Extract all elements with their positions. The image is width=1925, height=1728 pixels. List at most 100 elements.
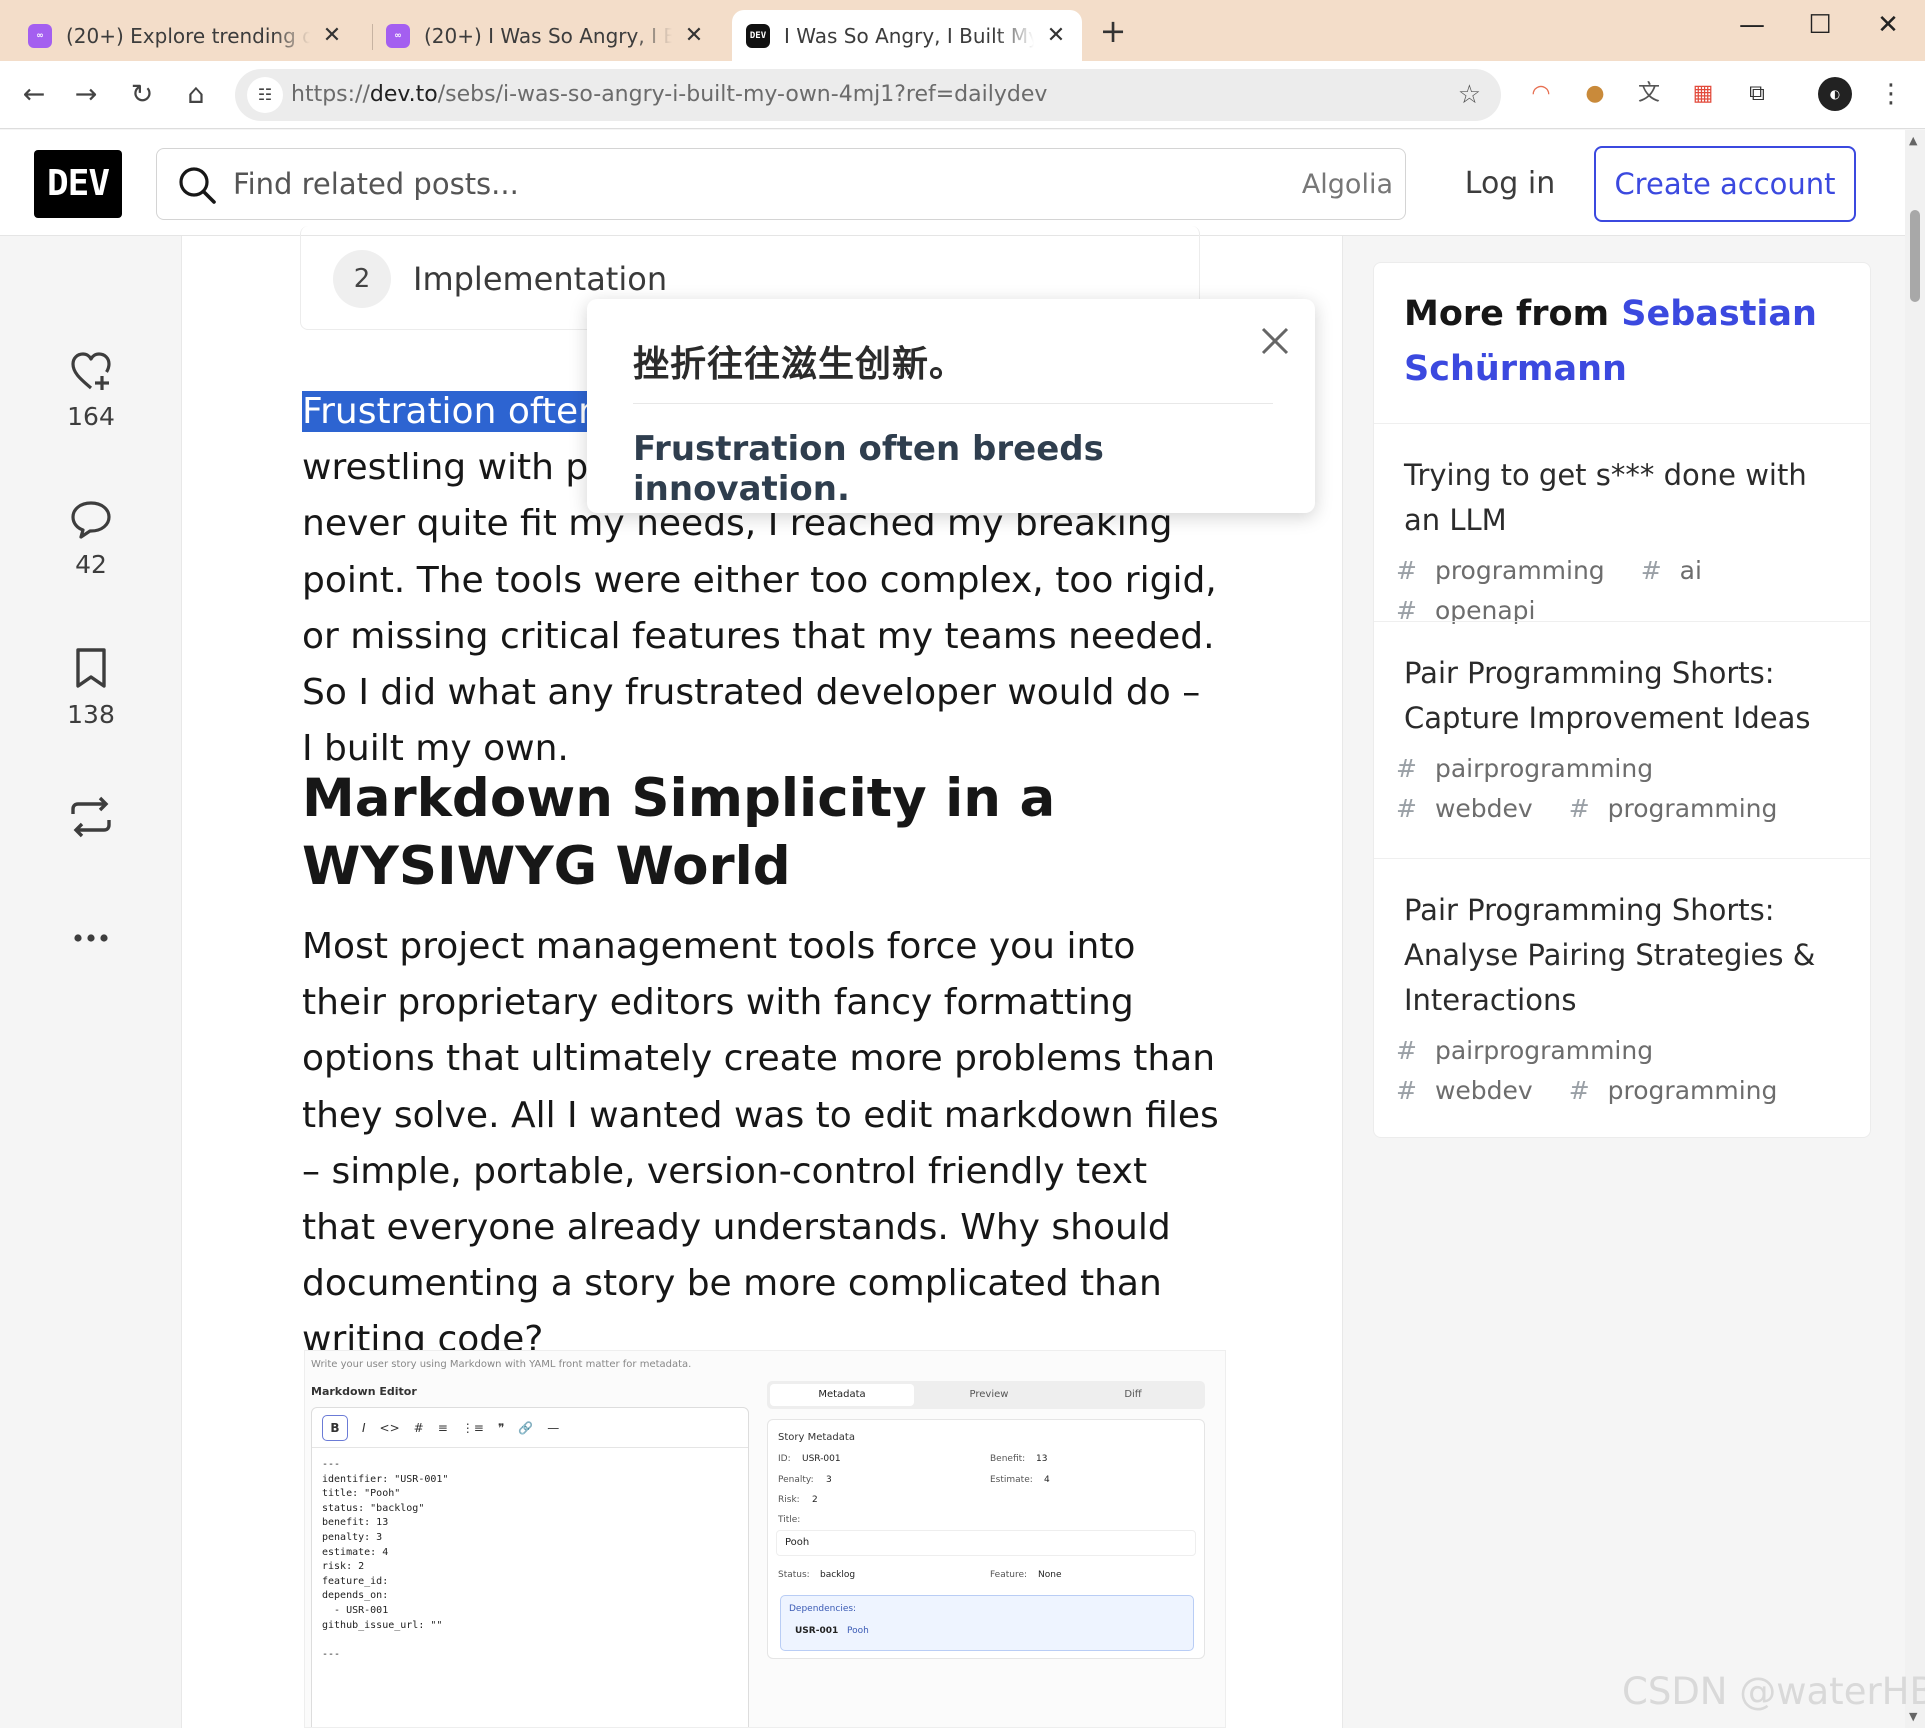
browser-tab-strip: ∞ (20+) Explore trending developer news … <box>0 0 1925 61</box>
dep-title: Pooh <box>847 1626 869 1636</box>
meta-title-label: Title: <box>778 1515 801 1525</box>
tag-link[interactable]: # ai <box>1641 551 1720 591</box>
share-reaction[interactable] <box>40 794 142 840</box>
tag-link[interactable]: # openapi <box>1396 591 1553 631</box>
back-button[interactable]: ← <box>14 75 54 115</box>
divider <box>1374 621 1870 622</box>
scroll-up-arrow[interactable]: ▲ <box>1909 134 1917 147</box>
create-account-button[interactable]: Create account <box>1594 146 1856 222</box>
post-tags: # pairprogramming# webdev # programming <box>1396 1031 1844 1111</box>
close-icon[interactable]: ✕ <box>682 23 706 48</box>
meta-status-label: Status: <box>778 1570 810 1580</box>
comment-count: 42 <box>75 550 107 579</box>
sidebar-post[interactable]: Pair Programming Shorts: Analyse Pairing… <box>1396 888 1844 1111</box>
address-bar[interactable]: ☷ https://dev.to/sebs/i-was-so-angry-i-b… <box>235 69 1501 121</box>
bold-icon: B <box>322 1414 348 1441</box>
meta-risk-label: Risk: <box>778 1495 800 1505</box>
format-toolbar: B I <> # ≡ ⋮≡ ❞ 🔗 — <box>312 1408 748 1448</box>
browser-menu-icon[interactable]: ⋮ <box>1876 77 1906 111</box>
translation-text: 挫折往往滋生创新。 <box>633 344 967 385</box>
maximize-button[interactable]: ☐ <box>1800 10 1840 40</box>
color-extension-icon[interactable]: ▦ <box>1686 77 1720 111</box>
close-window-button[interactable]: ✕ <box>1868 10 1908 40</box>
url-path: /sebs/i-was-so-angry-i-built-my-own-4mj1… <box>437 82 1048 107</box>
code-icon: <> <box>379 1420 400 1435</box>
story-metadata-panel: Story Metadata ID: USR-001 Benefit: 13 P… <box>767 1419 1205 1659</box>
post-tags: # pairprogramming# webdev # programming <box>1396 749 1844 829</box>
tab-preview: Preview <box>969 1389 1009 1400</box>
toc-step-number: 2 <box>333 250 391 308</box>
browser-tab[interactable]: ∞ (20+) I Was So Angry, I Built My Own ✕ <box>372 10 720 61</box>
repost-icon <box>71 796 111 838</box>
daily-dev-icon: ∞ <box>386 23 410 48</box>
puzzle-extensions-icon[interactable]: ⧉ <box>1740 77 1774 111</box>
login-link[interactable]: Log in <box>1450 148 1570 220</box>
bookmark-count: 138 <box>67 700 115 729</box>
search-input[interactable] <box>233 161 613 207</box>
profile-avatar[interactable]: ◐ <box>1818 77 1852 111</box>
tag-link[interactable]: # webdev <box>1396 1071 1551 1111</box>
bookmark-star-icon[interactable]: ☆ <box>1458 69 1481 121</box>
meta-penalty-label: Penalty: <box>778 1475 814 1485</box>
bookmark-reaction[interactable]: 138 <box>40 646 142 729</box>
tag-link[interactable]: # programming <box>1396 551 1623 591</box>
more-from-author-card: More from Sebastian Schürmann Trying to … <box>1373 262 1871 1138</box>
comment-reaction[interactable]: 42 <box>40 498 142 579</box>
tag-link[interactable]: # programming <box>1569 1071 1796 1111</box>
tag-link[interactable]: # pairprogramming <box>1396 749 1671 789</box>
daily-dev-icon: ∞ <box>28 23 52 48</box>
meta-title: Pooh <box>776 1530 1196 1556</box>
browser-tab[interactable]: ∞ (20+) Explore trending developer news … <box>14 10 358 61</box>
markdown-editor-screenshot: Write your user story using Markdown wit… <box>304 1350 1226 1728</box>
url-text[interactable]: https://dev.to/sebs/i-was-so-angry-i-bui… <box>291 69 1047 121</box>
search-box[interactable]: Algolia <box>156 148 1406 220</box>
rainbow-extension-icon[interactable]: ◠ <box>1524 77 1558 111</box>
minimize-button[interactable]: — <box>1732 10 1772 40</box>
tag-link[interactable]: # programming <box>1569 789 1796 829</box>
post-title[interactable]: Pair Programming Shorts: Capture Improve… <box>1404 651 1844 741</box>
home-button[interactable]: ⌂ <box>176 75 216 115</box>
close-icon[interactable] <box>1257 323 1293 359</box>
heading-icon: # <box>413 1420 424 1435</box>
tab-title: (20+) I Was So Angry, I Built My Own <box>424 23 672 48</box>
section-heading: Markdown Simplicity in a WYSIWYG World <box>302 768 1056 897</box>
divider <box>1374 423 1870 424</box>
italic-icon: I <box>362 1420 366 1435</box>
dev-logo-icon: DEV <box>746 23 770 48</box>
page-scrollbar[interactable]: ▲ ▼ <box>1905 130 1925 1728</box>
sidebar-post[interactable]: Pair Programming Shorts: Capture Improve… <box>1396 651 1844 829</box>
editor-tabs: Metadata Preview Diff <box>767 1381 1205 1409</box>
meta-risk: 2 <box>812 1495 818 1505</box>
translate-extension-icon[interactable]: 文 <box>1632 77 1666 111</box>
meta-benefit-label: Benefit: <box>990 1454 1026 1464</box>
section-paragraph: Most project management tools force you … <box>302 926 1219 1361</box>
editor-title: Markdown Editor <box>311 1385 417 1398</box>
tag-link[interactable]: # pairprogramming <box>1396 1031 1671 1071</box>
tag-link[interactable]: # webdev <box>1396 789 1551 829</box>
divider <box>1374 858 1870 859</box>
translation-popup: 挫折往往滋生创新。 Frustration often breeds innov… <box>587 299 1315 513</box>
more-options[interactable] <box>40 930 142 946</box>
scroll-thumb[interactable] <box>1910 210 1920 302</box>
post-title[interactable]: Trying to get s*** done with an LLM <box>1404 453 1844 543</box>
reload-button[interactable]: ↻ <box>122 75 162 115</box>
dev-logo[interactable]: DEV <box>34 150 122 218</box>
post-title[interactable]: Pair Programming Shorts: Analyse Pairing… <box>1404 888 1844 1023</box>
new-tab-button[interactable]: + <box>1098 12 1128 50</box>
page-viewport: DEV Algolia Log in Create account 164 <box>0 130 1905 1728</box>
figure-caption: Write your user story using Markdown wit… <box>311 1359 692 1370</box>
cookie-extension-icon[interactable]: ● <box>1578 77 1612 111</box>
more-dots-icon <box>74 934 108 942</box>
browser-toolbar: ← → ↻ ⌂ ☷ https://dev.to/sebs/i-was-so-a… <box>0 61 1925 129</box>
close-icon[interactable]: ✕ <box>1044 23 1068 48</box>
forward-button[interactable]: → <box>66 75 106 115</box>
browser-tab-active[interactable]: DEV I Was So Angry, I Built My Own ✕ <box>732 10 1082 61</box>
meta-id: USR-001 <box>802 1454 841 1464</box>
like-reaction[interactable]: 164 <box>40 350 142 431</box>
comment-icon <box>71 501 111 539</box>
close-icon[interactable]: ✕ <box>320 23 344 48</box>
numbered-list-icon: ⋮≡ <box>461 1420 484 1435</box>
site-info-icon[interactable]: ☷ <box>247 77 283 113</box>
dependencies-box: Dependencies: USR-001 Pooh <box>780 1595 1194 1651</box>
sidebar-post[interactable]: Trying to get s*** done with an LLM # pro… <box>1396 453 1844 631</box>
